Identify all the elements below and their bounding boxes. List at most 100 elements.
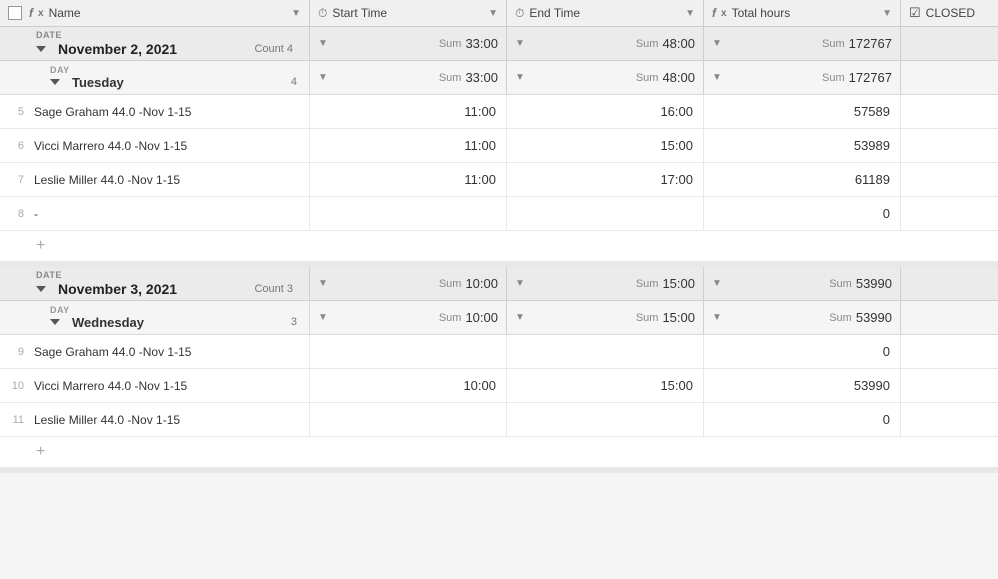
day-title-row: Wednesday 3 <box>50 315 301 330</box>
header-start-label: Start Time <box>332 6 387 20</box>
table-row[interactable]: 8 - 0 <box>0 197 998 231</box>
row-number: 11 <box>8 414 24 426</box>
day-sum-label-total: Sum <box>829 312 852 324</box>
header-total-caret[interactable]: ▼ <box>882 8 892 19</box>
row-name-cell: 8 - <box>0 197 310 230</box>
section-1: DATE November 3, 2021 Count 3 ▼ Sum 10:0… <box>0 267 998 473</box>
sum-value-start: 10:00 <box>465 276 498 291</box>
select-all-checkbox[interactable] <box>8 6 22 20</box>
section-0: DATE November 2, 2021 Count 4 ▼ Sum 33:0… <box>0 27 998 267</box>
table-row[interactable]: 7 Leslie Miller 44.0 -Nov 1-15 11:00 17:… <box>0 163 998 197</box>
header-start-time[interactable]: ⏱ Start Time ▼ <box>310 0 507 26</box>
day-group-row-0: DAY Tuesday 4 ▼ Sum 33:00 ▼ Sum 48:00 ▼ … <box>0 61 998 95</box>
header-start-caret[interactable]: ▼ <box>488 8 498 19</box>
day-sum-value-start: 33:00 <box>465 70 498 85</box>
header-end-caret[interactable]: ▼ <box>685 8 695 19</box>
header-total-label: Total hours <box>732 6 791 20</box>
chevron-down-day-icon[interactable] <box>50 319 60 325</box>
sum-value-end: 15:00 <box>662 276 695 291</box>
chevron-down-day-icon[interactable] <box>50 79 60 85</box>
row-name-text: - <box>34 207 38 221</box>
row-end-time: 15:00 <box>507 369 704 402</box>
day-group-name-cell[interactable]: DAY Wednesday 3 <box>0 301 310 334</box>
day-count: 3 <box>291 316 301 328</box>
row-closed <box>901 95 998 128</box>
day-sum-label-end: Sum <box>636 72 659 84</box>
sum-caret-end: ▼ <box>515 38 525 49</box>
sum-value-total: 53990 <box>856 276 892 291</box>
table-row[interactable]: 5 Sage Graham 44.0 -Nov 1-15 11:00 16:00… <box>0 95 998 129</box>
day-sum-caret-start: ▼ <box>318 312 328 323</box>
date-group-name: November 2, 2021 <box>58 41 177 57</box>
sum-caret-start: ▼ <box>318 38 328 49</box>
add-row-button[interactable]: + <box>0 437 998 467</box>
row-name-cell: 7 Leslie Miller 44.0 -Nov 1-15 <box>0 163 310 196</box>
sum-label-total: Sum <box>822 38 845 50</box>
row-total-hours: 0 <box>704 197 901 230</box>
header-name-caret[interactable]: ▼ <box>291 8 301 19</box>
day-sum-label-end: Sum <box>636 312 659 324</box>
date-count-badge: Count 3 <box>254 283 301 295</box>
table-row[interactable]: 11 Leslie Miller 44.0 -Nov 1-15 0 <box>0 403 998 437</box>
day-sum-caret-end: ▼ <box>515 312 525 323</box>
table-row[interactable]: 6 Vicci Marrero 44.0 -Nov 1-15 11:00 15:… <box>0 129 998 163</box>
header-total-hours[interactable]: fx Total hours ▼ <box>704 0 901 26</box>
header-end-label: End Time <box>529 6 580 20</box>
row-start-time <box>310 403 507 436</box>
sum-value-total: 172767 <box>849 36 892 51</box>
row-closed <box>901 369 998 402</box>
row-total-hours: 0 <box>704 403 901 436</box>
chevron-down-icon[interactable] <box>36 286 46 292</box>
sum-caret-start: ▼ <box>318 278 328 289</box>
day-title: Wednesday <box>72 315 144 330</box>
clock-icon-end: ⏱ <box>515 6 524 21</box>
date-group-row: DATE November 3, 2021 Count 3 ▼ Sum 10:0… <box>0 267 998 301</box>
day-sum-caret-total: ▼ <box>712 72 722 83</box>
date-sum-end: ▼ Sum 48:00 <box>507 27 704 60</box>
row-number: 6 <box>8 140 24 152</box>
row-number: 5 <box>8 106 24 118</box>
day-tag-label: DAY <box>50 306 301 315</box>
day-sum-label-total: Sum <box>822 72 845 84</box>
sum-label-start: Sum <box>439 278 462 290</box>
day-tag-label: DAY <box>50 66 301 75</box>
day-sum-caret-end: ▼ <box>515 72 525 83</box>
row-name-cell: 10 Vicci Marrero 44.0 -Nov 1-15 <box>0 369 310 402</box>
row-number: 9 <box>8 346 24 358</box>
day-sum-start: ▼ Sum 10:00 <box>310 301 507 334</box>
sum-caret-total: ▼ <box>712 38 722 49</box>
header-name[interactable]: fx Name ▼ <box>0 0 310 26</box>
fx-icon: f <box>29 6 33 20</box>
row-start-time <box>310 197 507 230</box>
add-row-button[interactable]: + <box>0 231 998 261</box>
header-end-time[interactable]: ⏱ End Time ▼ <box>507 0 704 26</box>
row-end-time <box>507 403 704 436</box>
day-group-name-cell[interactable]: DAY Tuesday 4 <box>0 61 310 94</box>
row-total-hours: 0 <box>704 335 901 368</box>
row-end-time: 15:00 <box>507 129 704 162</box>
row-name-cell: 5 Sage Graham 44.0 -Nov 1-15 <box>0 95 310 128</box>
row-number: 8 <box>8 208 24 220</box>
date-sum-total: ▼ Sum 172767 <box>704 27 901 60</box>
table-row[interactable]: 9 Sage Graham 44.0 -Nov 1-15 0 <box>0 335 998 369</box>
day-sum-value-end: 48:00 <box>662 70 695 85</box>
row-total-hours: 57589 <box>704 95 901 128</box>
main-table: fx Name ▼ ⏱ Start Time ▼ ⏱ End Time ▼ fx… <box>0 0 998 473</box>
date-group-name-cell[interactable]: DATE November 3, 2021 Count 3 <box>0 267 310 300</box>
table-row[interactable]: 10 Vicci Marrero 44.0 -Nov 1-15 10:00 15… <box>0 369 998 403</box>
day-sum-start: ▼ Sum 33:00 <box>310 61 507 94</box>
row-end-time: 17:00 <box>507 163 704 196</box>
row-end-time <box>507 335 704 368</box>
date-tag-label: DATE <box>36 31 301 40</box>
row-number: 7 <box>8 174 24 186</box>
sum-label-end: Sum <box>636 38 659 50</box>
row-closed <box>901 403 998 436</box>
chevron-down-icon[interactable] <box>36 46 46 52</box>
day-sum-caret-start: ▼ <box>318 72 328 83</box>
header-closed[interactable]: ☑ CLOSED <box>901 0 998 26</box>
sum-caret-total: ▼ <box>712 278 722 289</box>
day-sum-label-start: Sum <box>439 72 462 84</box>
date-group-name-cell[interactable]: DATE November 2, 2021 Count 4 <box>0 27 310 60</box>
header-name-label: Name <box>49 6 81 20</box>
row-name-cell: 9 Sage Graham 44.0 -Nov 1-15 <box>0 335 310 368</box>
